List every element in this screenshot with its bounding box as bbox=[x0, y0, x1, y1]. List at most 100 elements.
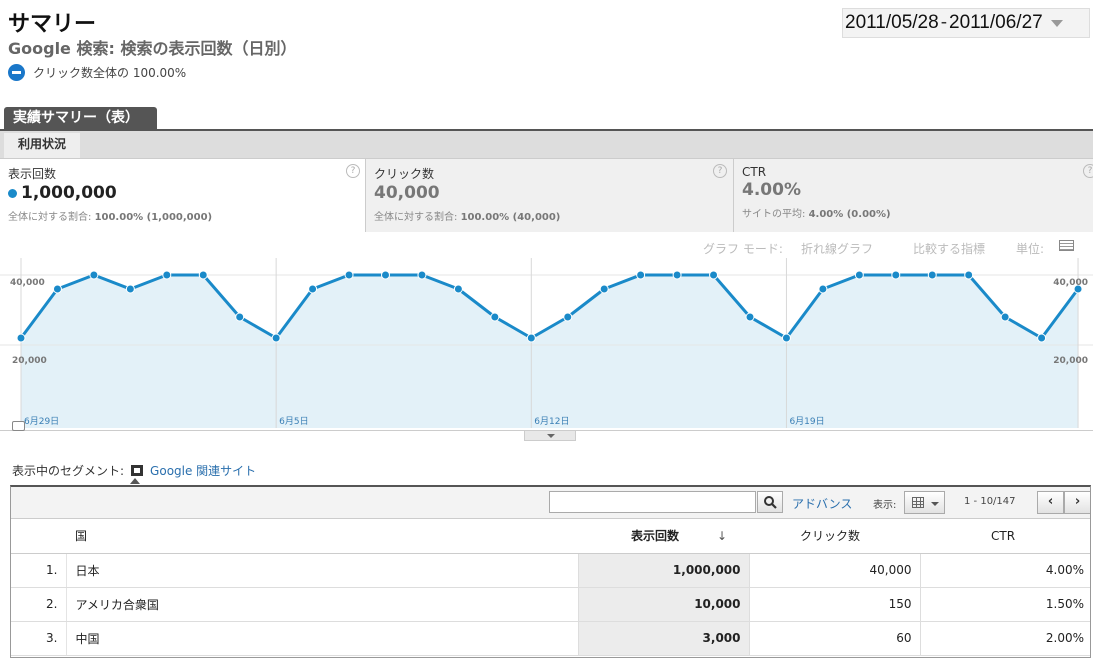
graph-mode-dropdown[interactable]: 折れ線グラフ bbox=[801, 240, 873, 257]
subtab-strip bbox=[0, 131, 1093, 158]
segment-selector: 表示中のセグメント: Google 関連サイト bbox=[12, 462, 256, 479]
help-icon[interactable]: ? bbox=[346, 164, 360, 178]
unit-label: 単位: bbox=[1016, 242, 1045, 256]
metric-clicks[interactable]: クリック数 40,000 全体に対する割合: 100.00% (40,000) … bbox=[366, 159, 734, 232]
date-range-picker[interactable]: 2011/05/28 - 2011/06/27 bbox=[842, 8, 1090, 38]
graph-mode-label: グラフ モード: bbox=[703, 242, 783, 256]
table-row: 2. アメリカ合衆国 10,000 150 1.50% bbox=[11, 587, 1090, 622]
header-ctr[interactable]: CTR bbox=[920, 519, 1090, 554]
row-ctr: 1.50% bbox=[919, 587, 1090, 622]
table-toolbar: アドバンス 表示: 1 - 10/147 ‹ › bbox=[11, 487, 1090, 519]
row-country[interactable]: 日本 bbox=[66, 553, 578, 588]
data-point bbox=[417, 270, 427, 280]
data-point bbox=[235, 312, 245, 322]
data-point bbox=[490, 312, 500, 322]
table-search-input[interactable] bbox=[549, 491, 756, 513]
header-country[interactable]: 国 bbox=[66, 519, 578, 554]
data-point bbox=[818, 284, 828, 294]
data-point bbox=[636, 270, 646, 280]
data-point bbox=[89, 270, 99, 280]
metric-label: クリック数 bbox=[374, 167, 435, 181]
segment-link[interactable]: Google 関連サイト bbox=[150, 462, 256, 479]
header-impressions[interactable]: 表示回数 ↓ bbox=[578, 519, 749, 554]
metric-label: 表示回数 bbox=[8, 167, 57, 181]
metric-value-text: 1,000,000 bbox=[21, 183, 117, 203]
data-point bbox=[1037, 333, 1047, 343]
compare-metric-link[interactable]: 比較する指標 bbox=[913, 240, 985, 257]
unit-selector-icon[interactable] bbox=[1059, 240, 1074, 251]
metric-value: 40,000 bbox=[374, 183, 440, 203]
tab-performance-summary[interactable]: 実績サマリー（表） bbox=[4, 107, 157, 130]
advanced-filter-link[interactable]: アドバンス bbox=[792, 495, 852, 512]
data-point bbox=[198, 270, 208, 280]
report-subtitle: Google 検索: 検索の表示回数（日別） bbox=[8, 39, 297, 58]
metric-value: 1,000,000 bbox=[8, 183, 357, 203]
row-ctr: 2.00% bbox=[919, 621, 1090, 656]
row-country[interactable]: 中国 bbox=[66, 621, 578, 656]
row-impressions: 10,000 bbox=[577, 587, 749, 622]
impressions-line-chart: 40,000 20,000 40,000 20,000 6月29日 6月5日 6月12日 6月… bbox=[0, 258, 1093, 428]
subtab-usage[interactable]: 利用状況 bbox=[4, 133, 81, 158]
metric-impressions[interactable]: 表示回数 1,000,000 全体に対する割合: 100.00% (1,000,… bbox=[0, 159, 366, 232]
x-tick-label: 6月12日 bbox=[534, 416, 569, 427]
data-point bbox=[927, 270, 937, 280]
help-icon[interactable]: ? bbox=[713, 164, 727, 178]
search-icon bbox=[764, 496, 777, 509]
country-table: 国 表示回数 ↓ クリック数 CTR 1. 日本 1,000,000 40,000… bbox=[11, 519, 1090, 656]
prev-page-button[interactable]: ‹ bbox=[1037, 491, 1064, 514]
date-end: 2011/06/27 bbox=[949, 12, 1043, 33]
help-icon[interactable]: ? bbox=[1083, 164, 1093, 178]
x-tick-label: 6月29日 bbox=[24, 416, 59, 427]
y-tick-label: 20,000 bbox=[1053, 356, 1088, 366]
data-point bbox=[745, 312, 755, 322]
data-point bbox=[16, 333, 26, 343]
data-point bbox=[308, 284, 318, 294]
table-row: 3. 中国 3,000 60 2.00% bbox=[11, 621, 1090, 656]
metric-subtext: サイトの平均: 4.00% (0.00%) bbox=[742, 209, 891, 220]
data-point bbox=[709, 270, 719, 280]
data-point bbox=[563, 312, 573, 322]
data-point bbox=[52, 284, 62, 294]
metric-subtext: 全体に対する割合: 100.00% (1,000,000) bbox=[8, 212, 213, 223]
data-point bbox=[781, 333, 791, 343]
chevron-down-icon bbox=[1050, 19, 1063, 27]
metric-label: CTR bbox=[742, 165, 767, 179]
metric-value: 4.00% bbox=[742, 180, 801, 200]
x-tick-label: 6月19日 bbox=[789, 416, 824, 427]
data-table-panel: アドバンス 表示: 1 - 10/147 ‹ › 国 表示回数 ↓ クリック数 C… bbox=[10, 485, 1091, 658]
row-impressions: 1,000,000 bbox=[577, 553, 749, 588]
row-index: 3. bbox=[11, 621, 67, 656]
sort-descending-icon: ↓ bbox=[717, 529, 728, 544]
metric-ctr[interactable]: CTR 4.00% サイトの平均: 4.00% (0.00%) ? bbox=[734, 159, 1093, 232]
view-label: 表示: bbox=[873, 500, 897, 511]
row-index: 1. bbox=[11, 553, 67, 588]
next-page-button[interactable]: › bbox=[1064, 491, 1090, 514]
pie-chart-icon bbox=[8, 64, 25, 81]
row-ctr: 4.00% bbox=[919, 553, 1090, 588]
header-index bbox=[11, 519, 66, 554]
view-mode-button[interactable] bbox=[904, 491, 945, 514]
row-clicks: 40,000 bbox=[748, 553, 920, 588]
pagination-info: 1 - 10/147 bbox=[964, 496, 1016, 507]
data-point bbox=[344, 270, 354, 280]
date-separator: - bbox=[940, 12, 948, 33]
segment-label: 表示中のセグメント: bbox=[12, 464, 125, 478]
segment-icon[interactable] bbox=[131, 465, 144, 476]
annotation-icon[interactable] bbox=[12, 421, 25, 431]
expand-chart-handle[interactable] bbox=[524, 431, 576, 441]
segment-summary: クリック数全体の 100.00% bbox=[8, 64, 186, 81]
data-point bbox=[672, 270, 682, 280]
data-point bbox=[526, 333, 536, 343]
data-point bbox=[453, 284, 463, 294]
data-point bbox=[125, 284, 135, 294]
data-point bbox=[854, 270, 864, 280]
table-header-row: 国 表示回数 ↓ クリック数 CTR bbox=[11, 519, 1090, 554]
header-clicks[interactable]: クリック数 bbox=[749, 519, 920, 554]
metric-scorecards: 表示回数 1,000,000 全体に対する割合: 100.00% (1,000,… bbox=[0, 158, 1093, 232]
metric-subtext: 全体に対する割合: 100.00% (40,000) bbox=[374, 212, 561, 223]
data-point bbox=[271, 333, 281, 343]
y-tick-label: 40,000 bbox=[1053, 278, 1088, 288]
search-button[interactable] bbox=[757, 491, 783, 513]
table-view-icon bbox=[912, 497, 924, 508]
row-country[interactable]: アメリカ合衆国 bbox=[66, 587, 578, 622]
